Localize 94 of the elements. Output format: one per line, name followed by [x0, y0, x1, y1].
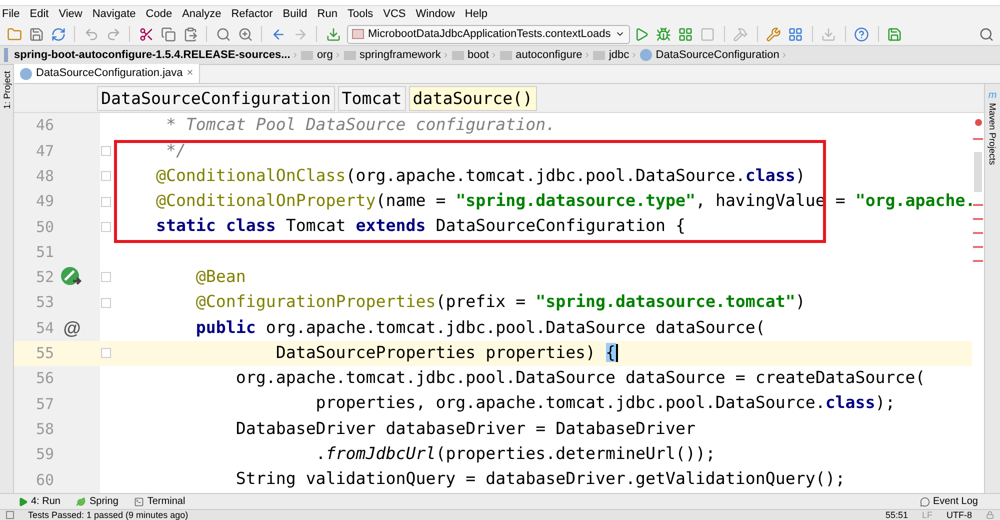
line-number: 54 [34, 318, 54, 339]
file-tab-title: DataSourceConfiguration.java [36, 66, 183, 82]
menu-item[interactable]: View [58, 6, 82, 23]
code-line: @Bean [194, 266, 246, 288]
status-checkbox-icon [6, 511, 14, 519]
breadcrumb-item[interactable]: org [316, 46, 333, 64]
fold-marker-icon[interactable] [101, 171, 111, 182]
structure-path-item[interactable]: Tomcat [338, 86, 406, 110]
breadcrumb-item[interactable]: springframework [360, 46, 441, 64]
maven-icon: m [988, 88, 997, 103]
run-icon [18, 496, 28, 506]
lock-icon [986, 511, 994, 519]
fold-marker-icon[interactable] [101, 196, 111, 207]
tool-window-button[interactable]: 4: Run [18, 494, 60, 509]
line-number: 50 [34, 216, 54, 238]
line-number: 47 [34, 140, 54, 162]
menu-item[interactable]: Build [282, 6, 308, 23]
breadcrumb-separator: › [782, 48, 786, 63]
folder-icon [452, 50, 464, 60]
breadcrumb-item[interactable]: DataSourceConfiguration [656, 46, 780, 64]
menu-item[interactable]: Analyze [182, 6, 222, 23]
line-number: 56 [34, 368, 54, 390]
line-number: 46 [34, 115, 54, 136]
tool-window-button[interactable]: Terminal [134, 494, 186, 509]
code-line: */ [164, 140, 186, 162]
folder-icon [500, 50, 512, 60]
menu-item[interactable]: VCS [383, 6, 406, 23]
menu-item[interactable]: Navigate [92, 6, 136, 23]
fold-marker-icon[interactable] [101, 222, 111, 232]
menu-item[interactable]: Window [416, 6, 455, 23]
code-line: org.apache.tomcat.jdbc.pool.DataSource dataSource = createDataSource( [234, 367, 926, 390]
file-encoding[interactable]: UTF-8 [946, 510, 972, 520]
breadcrumb-separator: › [632, 48, 636, 63]
line-number: 60 [34, 470, 54, 491]
code-line: static class Tomcat extends DataSourceConfiguration { [154, 215, 686, 238]
breadcrumb-item[interactable]: boot [468, 46, 489, 64]
breadcrumb-separator: › [336, 48, 340, 63]
folder-icon [300, 50, 313, 60]
code-line: @ConfigurationProperties(prefix = "spring.datasource.tomcat") [194, 291, 806, 314]
code-line: DataSourceProperties properties) { [274, 342, 618, 364]
maven-tool-tab[interactable]: Maven Projects [986, 103, 998, 166]
run-configuration-dropdown[interactable]: MicrobootDataJdbcApplicationTests.contextLoads [347, 24, 630, 44]
caret-position[interactable]: 55:51 [885, 510, 908, 520]
code-line: .fromJdbcUrl(properties.determineUrl()); [314, 443, 716, 466]
line-number: 59 [34, 444, 54, 466]
code-line: properties, org.apache.tomcat.jdbc.pool.DataSource.class); [314, 392, 896, 414]
menu-item[interactable]: Help [464, 6, 488, 23]
menu-item[interactable]: Refactor [231, 6, 273, 23]
terminal-icon [134, 496, 144, 506]
breadcrumb-item[interactable]: autoconfigure [516, 46, 582, 64]
menu-item[interactable]: File [2, 6, 20, 23]
code-line: DatabaseDriver databaseDriver = DatabaseDriver [234, 418, 696, 440]
fold-marker-icon[interactable] [101, 272, 111, 282]
line-number: 53 [34, 292, 54, 314]
event-log-button[interactable]: Event Log [920, 494, 978, 509]
code-line: @ConditionalOnClass(org.apache.tomcat.jdbc.pool.DataSource.class) [154, 164, 806, 187]
code-line: * Tomcat Pool DataSource configuration. [164, 114, 556, 136]
menu-item[interactable]: Edit [30, 6, 49, 23]
breadcrumb-separator: › [444, 48, 448, 63]
line-number: 55 [34, 343, 54, 364]
line-number: 48 [34, 166, 54, 187]
code-line: public org.apache.tomcat.jdbc.pool.DataSource dataSource( [194, 316, 766, 339]
breadcrumb-item[interactable]: jdbc [608, 46, 630, 64]
status-message: Tests Passed: 1 passed (9 minutes ago) [28, 510, 188, 520]
override-marker[interactable]: @ [63, 319, 81, 338]
code-line: String validationQuery = databaseDriver.getValidationQuery(); [234, 468, 846, 490]
file-tab[interactable]: DataSourceConfiguration.java × [14, 64, 200, 83]
fold-marker-icon[interactable] [101, 146, 111, 156]
leaf-icon [76, 496, 86, 506]
close-icon[interactable]: × [186, 65, 194, 82]
folder-icon [344, 50, 356, 60]
structure-path-item[interactable]: DataSourceConfiguration [97, 86, 335, 110]
speech-bubble-icon [920, 496, 930, 506]
structure-path-item[interactable]: dataSource() [408, 86, 537, 110]
error-indicator-icon[interactable] [974, 119, 982, 126]
fold-marker-icon[interactable] [101, 298, 111, 308]
breadcrumb-separator: › [293, 48, 297, 63]
line-number: 51 [34, 242, 54, 263]
menu-item[interactable]: Run [317, 6, 338, 23]
line-number: 58 [34, 418, 54, 440]
tool-window-button[interactable]: Spring [76, 494, 118, 509]
line-number: 52 [34, 267, 54, 288]
scrollbar-thumb[interactable] [974, 152, 982, 192]
breadcrumb-item[interactable]: spring-boot-autoconfigure-1.5.4.RELEASE-sources... [14, 46, 290, 64]
folder-icon [592, 50, 605, 60]
code-line: @ConditionalOnProperty(name = "spring.datasource.type", havingValue = "org.apache. [154, 190, 976, 212]
breadcrumb-separator: › [492, 48, 496, 63]
line-number: 49 [34, 191, 54, 212]
breadcrumb-separator: › [585, 48, 589, 63]
project-tool-tab[interactable]: 1: Project [0, 71, 12, 110]
fold-marker-icon[interactable] [101, 348, 111, 358]
menu-item[interactable]: Code [146, 6, 172, 23]
line-number: 57 [34, 394, 54, 415]
menu-item[interactable]: Tools [347, 6, 374, 23]
